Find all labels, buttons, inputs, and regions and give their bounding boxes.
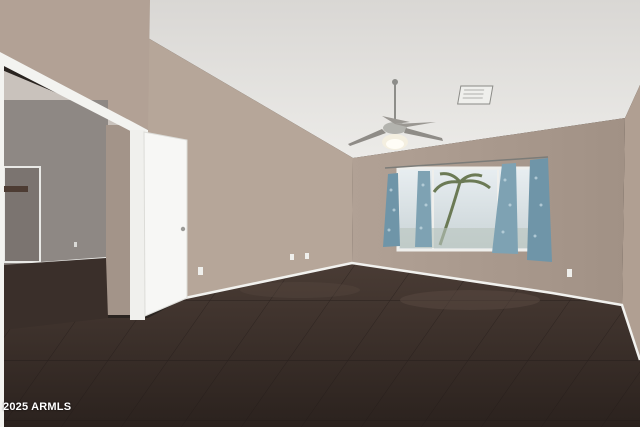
watermark: 2025 ARMLS bbox=[3, 401, 72, 413]
hallway-side-wall bbox=[106, 125, 130, 315]
ceiling-vent bbox=[457, 85, 494, 105]
room-photo bbox=[0, 0, 640, 427]
curtain-right-outer bbox=[527, 158, 552, 262]
open-door bbox=[143, 131, 188, 317]
door-knob bbox=[180, 226, 186, 232]
